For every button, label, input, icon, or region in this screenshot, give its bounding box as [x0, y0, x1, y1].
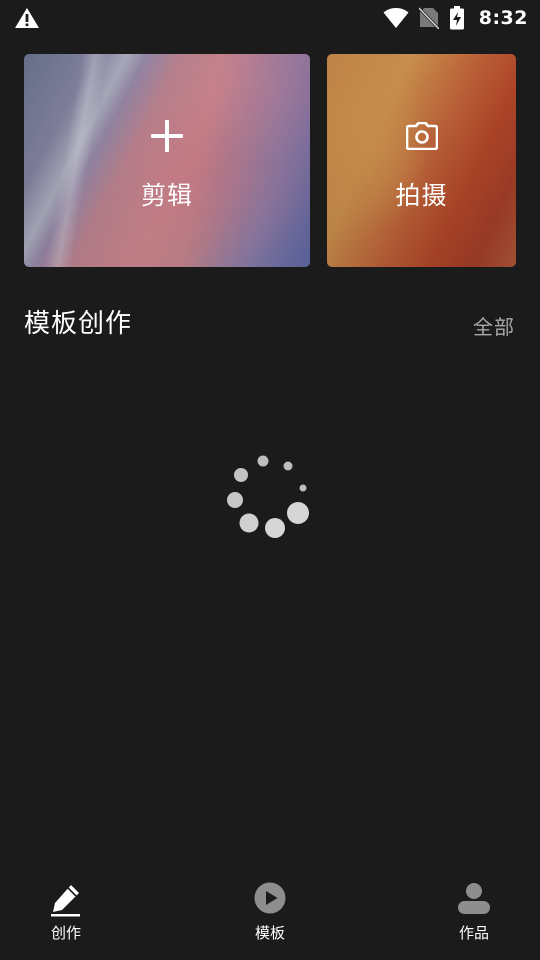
wifi-icon	[383, 8, 409, 28]
play-circle-icon	[254, 882, 286, 914]
status-time: 8:32	[478, 7, 528, 29]
shoot-card-label: 拍摄	[395, 181, 448, 210]
bottom-navigation: 创作 模板 作品	[0, 876, 540, 960]
nav-item-create[interactable]: 创作	[16, 876, 116, 960]
nav-label-create: 创作	[50, 924, 81, 942]
nav-label-works: 作品	[458, 924, 489, 942]
loading-spinner-icon	[227, 455, 309, 538]
nav-item-works[interactable]: 作品	[424, 876, 524, 960]
pencil-icon	[51, 885, 80, 917]
camera-icon	[405, 122, 438, 150]
no-sim-icon	[418, 7, 439, 29]
edit-card[interactable]: 剪辑	[24, 54, 310, 267]
shoot-card[interactable]: 拍摄	[327, 54, 516, 267]
edit-card-label: 剪辑	[140, 181, 193, 210]
nav-item-template[interactable]: 模板	[220, 876, 320, 960]
warning-icon	[15, 8, 39, 28]
status-bar: 8:32	[0, 0, 540, 36]
person-icon	[458, 883, 490, 914]
view-all-link[interactable]: 全部	[473, 311, 515, 340]
battery-charging-icon	[449, 6, 464, 30]
plus-icon	[151, 120, 183, 152]
status-icons: 8:32	[383, 4, 528, 32]
section-title: 模板创作	[24, 309, 133, 339]
nav-label-template: 模板	[254, 924, 285, 942]
